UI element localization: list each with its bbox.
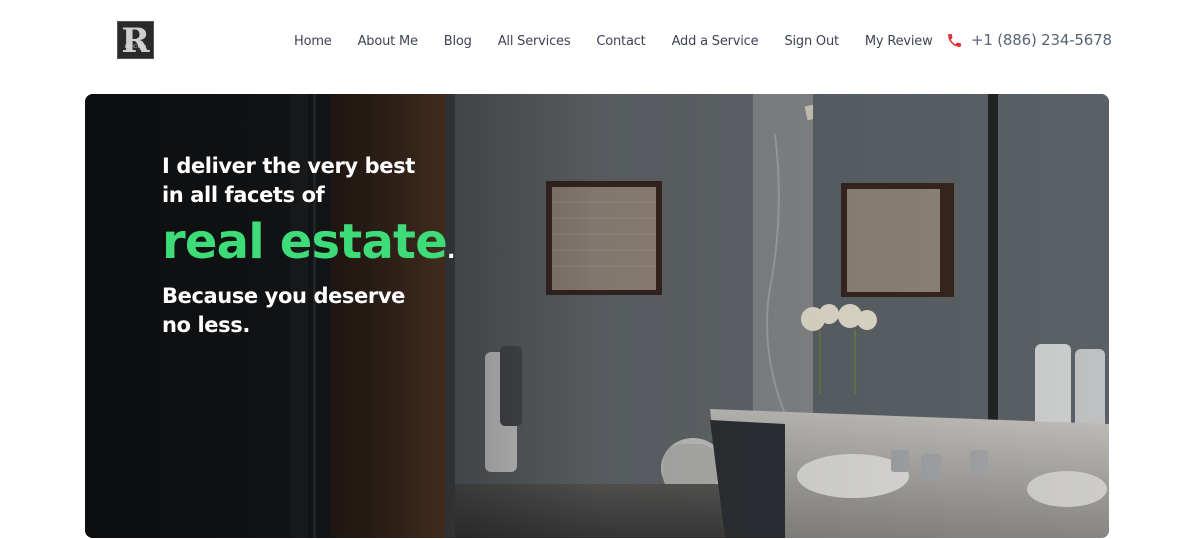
nav-blog[interactable]: Blog (444, 34, 472, 49)
nav-contact[interactable]: Contact (596, 34, 645, 49)
nav-sign-out[interactable]: Sign Out (784, 34, 839, 49)
headline-line-5: no less. (162, 313, 250, 337)
headline-line-2: in all facets of (162, 183, 325, 207)
nav-add-a-service[interactable]: Add a Service (672, 34, 759, 49)
headline-period: . (446, 239, 455, 264)
headline-highlight: real estate (162, 214, 448, 270)
phone-contact[interactable]: +1 (886) 234-5678 (946, 30, 1112, 50)
nav-my-review[interactable]: My Review (865, 34, 933, 49)
phone-icon (946, 32, 963, 49)
headline-line-4: Because you deserve (162, 284, 405, 308)
hero-headline: I deliver the very best in all facets of… (162, 152, 455, 340)
nav-all-services[interactable]: All Services (498, 34, 571, 49)
nav-about-me[interactable]: About Me (358, 34, 418, 49)
logo-caption: ROCCO (124, 44, 147, 50)
headline-highlight-row: real estate. (162, 212, 455, 282)
brand-logo[interactable]: R ROCCO (117, 21, 154, 59)
logo-letter: R (121, 21, 150, 59)
phone-number: +1 (886) 234-5678 (971, 31, 1112, 49)
hero-banner: I deliver the very best in all facets of… (85, 94, 1109, 538)
headline-line-1: I deliver the very best (162, 154, 415, 178)
nav-home[interactable]: Home (294, 34, 332, 49)
main-nav: Home About Me Blog All Services Contact … (294, 31, 933, 51)
